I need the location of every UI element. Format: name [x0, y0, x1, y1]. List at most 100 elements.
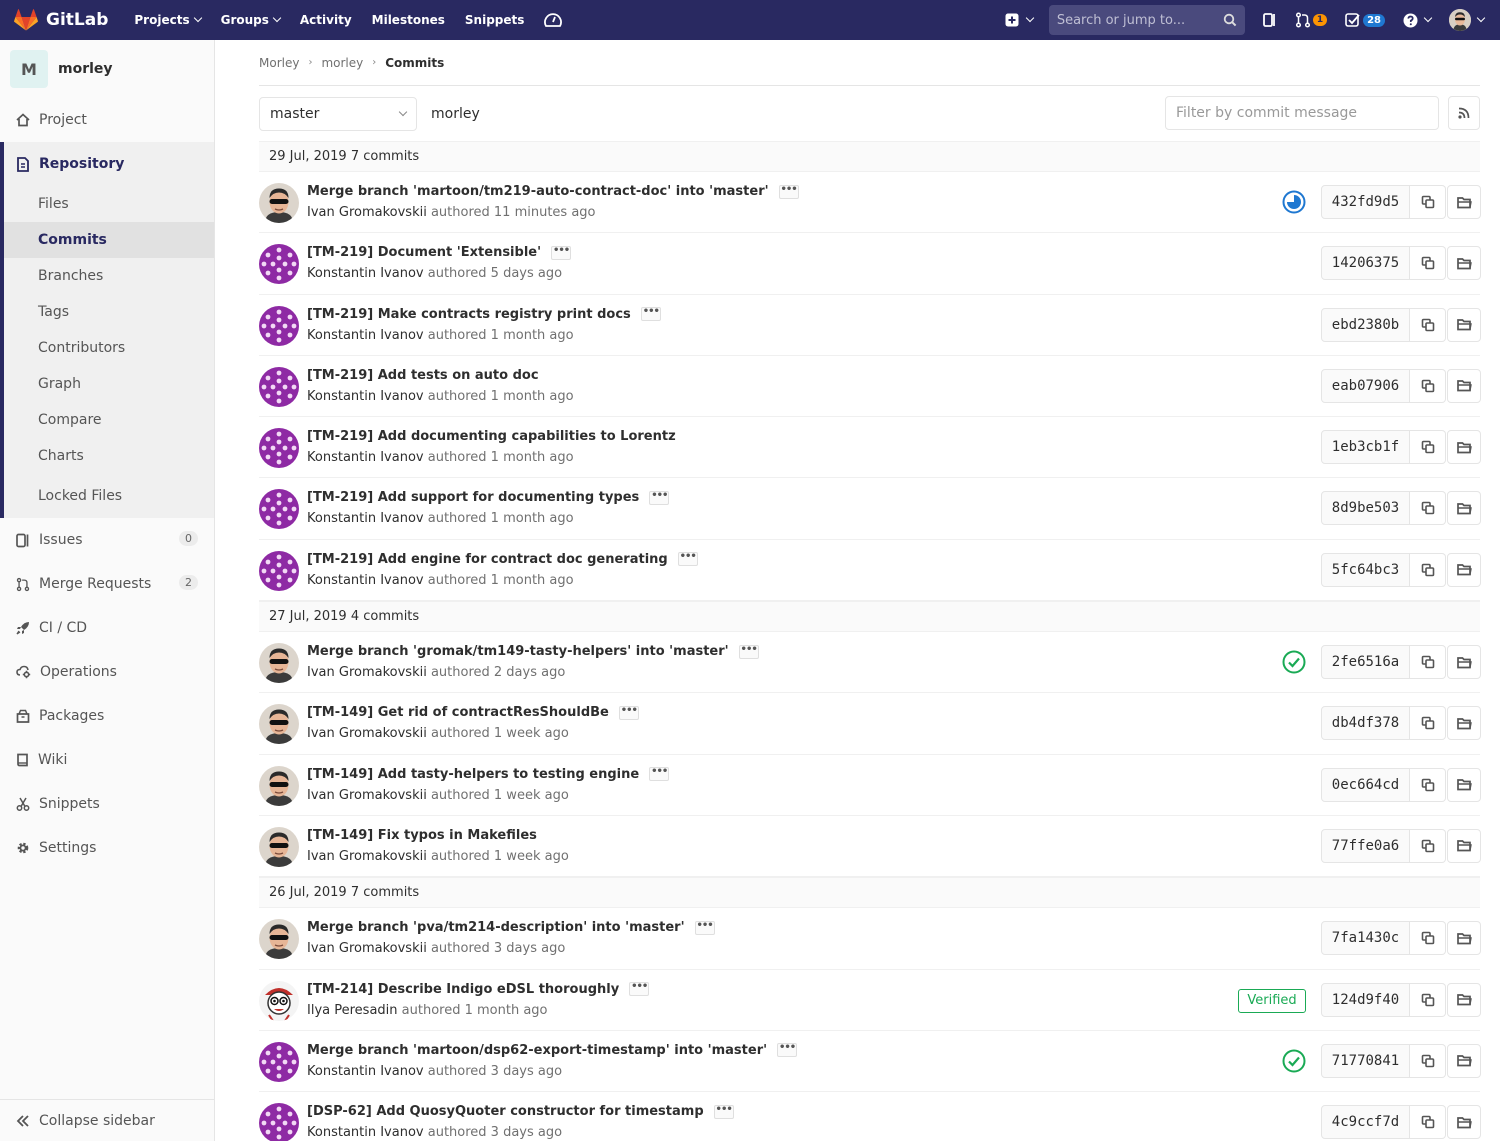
- pipeline-passed-icon[interactable]: [1282, 650, 1306, 674]
- nav-milestones[interactable]: Milestones: [372, 13, 445, 27]
- commit-title-link[interactable]: [TM-149] Get rid of contractResShouldBe: [307, 705, 609, 720]
- sidebar-project-header[interactable]: M morley: [0, 40, 214, 98]
- commit-author-avatar[interactable]: [259, 305, 299, 346]
- commit-sha-link[interactable]: 432fd9d5: [1321, 185, 1410, 219]
- copy-sha-button[interactable]: [1410, 307, 1446, 342]
- commit-sha-link[interactable]: 7fa1430c: [1321, 921, 1410, 956]
- commit-author-link[interactable]: Ivan Gromakovskii: [307, 205, 427, 220]
- collapse-sidebar-button[interactable]: Collapse sidebar: [0, 1099, 214, 1141]
- copy-sha-button[interactable]: [1410, 368, 1446, 403]
- commit-title-link[interactable]: [TM-219] Add tests on auto doc: [307, 368, 539, 383]
- browse-files-button[interactable]: [1447, 921, 1481, 956]
- commit-title-link[interactable]: [TM-219] Document 'Extensible': [307, 245, 541, 260]
- commit-sha-link[interactable]: eab07906: [1321, 368, 1410, 403]
- sidebar-item-issues[interactable]: Issues 0: [0, 518, 214, 562]
- sidebar-item-ci-cd[interactable]: CI / CD: [0, 606, 214, 650]
- merge-requests-nav-button[interactable]: 1: [1295, 12, 1328, 28]
- commit-title-link[interactable]: [TM-219] Add engine for contract doc gen…: [307, 552, 668, 567]
- sidebar-item-operations[interactable]: Operations: [0, 650, 214, 694]
- sidebar-subitem-branches[interactable]: Branches: [4, 258, 214, 294]
- sidebar-subitem-commits[interactable]: Commits: [4, 222, 214, 258]
- browse-files-button[interactable]: [1447, 430, 1481, 465]
- browse-files-button[interactable]: [1447, 246, 1481, 281]
- commit-author-avatar[interactable]: [259, 428, 299, 469]
- toggle-description-button[interactable]: •••: [777, 1043, 798, 1058]
- breadcrumb-project-link[interactable]: morley: [321, 56, 363, 70]
- issues-nav-button[interactable]: [1262, 12, 1277, 28]
- browse-files-button[interactable]: [1447, 828, 1481, 863]
- commit-author-avatar[interactable]: [259, 765, 299, 806]
- repository-path[interactable]: morley: [431, 106, 480, 122]
- search-input[interactable]: [1056, 12, 1223, 28]
- browse-files-button[interactable]: [1447, 1043, 1481, 1078]
- sidebar-item-repository[interactable]: Repository: [4, 142, 214, 186]
- commit-author-link[interactable]: Ivan Gromakovskii: [307, 788, 427, 803]
- commit-sha-link[interactable]: 0ec664cd: [1321, 767, 1410, 802]
- commit-title-link[interactable]: [TM-219] Make contracts registry print d…: [307, 307, 631, 322]
- sidebar-subitem-tags[interactable]: Tags: [4, 294, 214, 330]
- sidebar-item-wiki[interactable]: Wiki: [0, 738, 214, 782]
- commit-author-avatar[interactable]: [259, 366, 299, 407]
- commit-author-link[interactable]: Konstantin Ivanov: [307, 389, 424, 404]
- sidebar-subitem-compare[interactable]: Compare: [4, 402, 214, 438]
- commit-author-link[interactable]: Konstantin Ivanov: [307, 511, 424, 526]
- commit-author-link[interactable]: Ivan Gromakovskii: [307, 665, 427, 680]
- rss-feed-button[interactable]: [1448, 96, 1480, 130]
- copy-sha-button[interactable]: [1410, 430, 1446, 465]
- copy-sha-button[interactable]: [1410, 982, 1446, 1017]
- commit-sha-link[interactable]: db4df378: [1321, 706, 1410, 741]
- sidebar-item-merge-requests[interactable]: Merge Requests 2: [0, 562, 214, 606]
- browse-files-button[interactable]: [1447, 706, 1481, 741]
- commit-sha-link[interactable]: 1eb3cb1f: [1321, 430, 1410, 465]
- nav-groups[interactable]: Groups: [221, 13, 282, 27]
- toggle-description-button[interactable]: •••: [629, 982, 650, 997]
- browse-files-button[interactable]: [1447, 368, 1481, 403]
- nav-projects[interactable]: Projects: [134, 13, 202, 27]
- verified-badge[interactable]: Verified: [1238, 988, 1306, 1013]
- toggle-description-button[interactable]: •••: [551, 245, 572, 260]
- sidebar-item-snippets[interactable]: Snippets: [0, 782, 214, 826]
- commit-author-link[interactable]: Ilya Peresadin: [307, 1003, 398, 1018]
- commit-author-link[interactable]: Ivan Gromakovskii: [307, 941, 427, 956]
- commit-author-avatar[interactable]: [259, 980, 299, 1021]
- copy-sha-button[interactable]: [1410, 491, 1446, 526]
- copy-sha-button[interactable]: [1410, 552, 1446, 587]
- toggle-description-button[interactable]: •••: [649, 490, 670, 505]
- toggle-description-button[interactable]: •••: [694, 920, 715, 935]
- commit-author-avatar[interactable]: [259, 550, 299, 591]
- copy-sha-button[interactable]: [1410, 645, 1446, 680]
- commit-title-link[interactable]: [TM-219] Add support for documenting typ…: [307, 490, 639, 505]
- nav-activity[interactable]: Activity: [300, 13, 352, 27]
- todos-nav-button[interactable]: 28: [1345, 13, 1385, 27]
- commit-sha-link[interactable]: 77ffe0a6: [1321, 828, 1410, 863]
- commit-author-link[interactable]: Konstantin Ivanov: [307, 1125, 424, 1140]
- browse-files-button[interactable]: [1447, 552, 1481, 587]
- toggle-description-button[interactable]: •••: [713, 1104, 734, 1119]
- commit-title-link[interactable]: [DSP-62] Add QuosyQuoter constructor for…: [307, 1104, 704, 1119]
- commit-author-avatar[interactable]: [259, 244, 299, 285]
- commit-title-link[interactable]: Merge branch 'martoon/dsp62-export-times…: [307, 1043, 767, 1058]
- toggle-description-button[interactable]: •••: [778, 184, 799, 199]
- copy-sha-button[interactable]: [1410, 767, 1446, 802]
- commit-author-avatar[interactable]: [259, 919, 299, 960]
- copy-sha-button[interactable]: [1410, 185, 1446, 219]
- copy-sha-button[interactable]: [1410, 1043, 1446, 1078]
- commit-author-avatar[interactable]: [259, 643, 299, 684]
- commit-sha-link[interactable]: 5fc64bc3: [1321, 552, 1410, 587]
- commit-author-avatar[interactable]: [259, 1103, 299, 1141]
- commit-title-link[interactable]: [TM-214] Describe Indigo eDSL thoroughly: [307, 982, 619, 997]
- nav-snippets[interactable]: Snippets: [465, 13, 525, 27]
- copy-sha-button[interactable]: [1410, 246, 1446, 281]
- pipeline-running-icon[interactable]: [1282, 190, 1306, 214]
- sidebar-subitem-contributors[interactable]: Contributors: [4, 330, 214, 366]
- commit-author-link[interactable]: Konstantin Ivanov: [307, 1064, 424, 1079]
- commit-sha-link[interactable]: ebd2380b: [1321, 307, 1410, 342]
- commit-author-avatar[interactable]: [259, 489, 299, 530]
- commit-title-link[interactable]: Merge branch 'gromak/tm149-tasty-helpers…: [307, 644, 729, 659]
- sidebar-item-settings[interactable]: Settings: [0, 826, 214, 870]
- copy-sha-button[interactable]: [1410, 828, 1446, 863]
- nav-performance[interactable]: [544, 12, 563, 28]
- commit-sha-link[interactable]: 2fe6516a: [1321, 645, 1410, 680]
- help-dropdown-button[interactable]: [1403, 13, 1433, 28]
- commit-author-avatar[interactable]: [259, 183, 299, 223]
